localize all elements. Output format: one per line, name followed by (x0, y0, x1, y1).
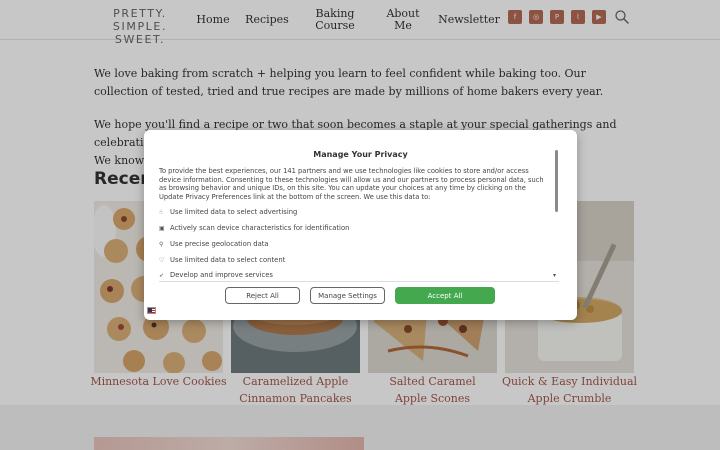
scroll-down-arrow-icon[interactable]: ▾ (553, 272, 556, 279)
privacy-modal-description: To provide the best experiences, our 141… (159, 167, 544, 201)
purpose-item: ⚲ Use precise geolocation data (159, 239, 269, 249)
device-icon: ▣ (159, 224, 165, 232)
purpose-label: Use limited data to select content (170, 256, 286, 264)
rocket-icon: ➶ (159, 271, 165, 279)
heart-icon: ♡ (159, 256, 165, 264)
hand-icon: ☝ (159, 208, 163, 216)
purpose-item: ♡ Use limited data to select content (159, 255, 285, 265)
purpose-item: ☝ Use limited data to select advertising (159, 207, 297, 217)
purpose-label: Actively scan device characteristics for… (170, 224, 350, 232)
language-flag-icon[interactable] (147, 307, 156, 314)
purpose-item: ➶ Develop and improve services (159, 270, 273, 280)
privacy-modal: Manage Your Privacy To provide the best … (144, 130, 577, 320)
reject-all-button[interactable]: Reject All (225, 287, 300, 304)
modal-divider (159, 281, 559, 282)
purpose-label: Develop and improve services (170, 271, 273, 279)
purpose-label: Use precise geolocation data (170, 240, 269, 248)
modal-scrollbar-thumb[interactable] (555, 150, 558, 212)
purpose-label: Use limited data to select advertising (170, 208, 298, 216)
manage-settings-button[interactable]: Manage Settings (310, 287, 385, 304)
accept-all-button[interactable]: Accept All (395, 287, 495, 304)
privacy-modal-title: Manage Your Privacy (313, 150, 408, 159)
purpose-item: ▣ Actively scan device characteristics f… (159, 223, 349, 233)
location-pin-icon: ⚲ (159, 240, 164, 248)
